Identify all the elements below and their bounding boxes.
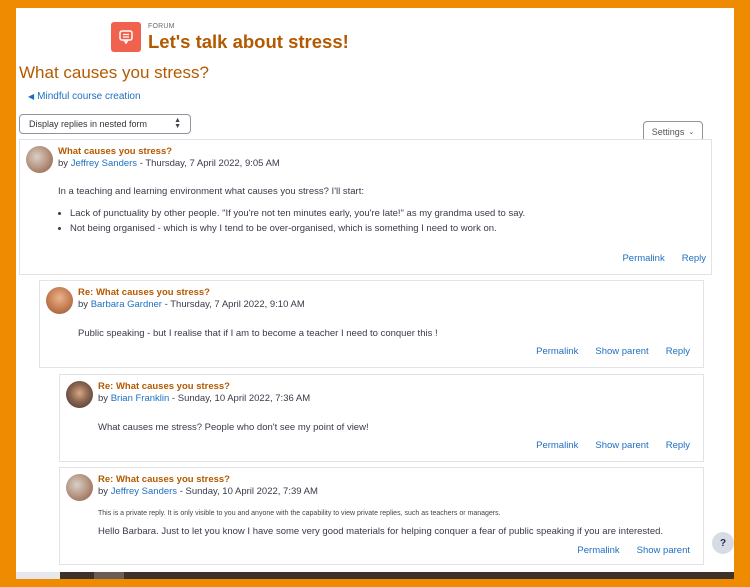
post-date: - Sunday, 10 April 2022, 7:39 AM — [177, 486, 318, 497]
reply-link[interactable]: Reply — [666, 346, 690, 357]
back-link[interactable]: ◀ Mindful course creation — [28, 91, 141, 102]
chevron-down-icon: ⌄ — [688, 129, 695, 136]
by-label: by — [98, 486, 109, 497]
post-actions: Permalink Show parent Reply — [536, 440, 690, 451]
post-byline: by Brian Franklin - Sunday, 10 April 202… — [98, 393, 310, 404]
avatar[interactable] — [46, 287, 73, 314]
post-root: What causes you stress? by Jeffrey Sande… — [19, 139, 712, 275]
taskbar-start-area[interactable] — [16, 572, 60, 579]
taskbar — [16, 572, 734, 579]
post-subject: Re: What causes you stress? — [98, 381, 230, 392]
author-link[interactable]: Brian Franklin — [111, 393, 170, 404]
display-mode-select[interactable]: Display replies in nested form ▲ ▼ — [19, 114, 191, 134]
permalink-link[interactable]: Permalink — [622, 253, 664, 264]
post-actions: Permalink Show parent Reply — [536, 346, 690, 357]
author-link[interactable]: Jeffrey Sanders — [71, 158, 137, 169]
post-body: What causes me stress? People who don't … — [98, 422, 369, 433]
permalink-link[interactable]: Permalink — [536, 346, 578, 357]
post-date: - Thursday, 7 April 2022, 9:05 AM — [137, 158, 280, 169]
by-label: by — [78, 299, 89, 310]
post-subject: Re: What causes you stress? — [78, 287, 210, 298]
show-parent-link[interactable]: Show parent — [595, 346, 648, 357]
post-date: - Thursday, 7 April 2022, 9:10 AM — [161, 299, 305, 310]
help-button[interactable]: ? — [712, 532, 734, 554]
show-parent-link[interactable]: Show parent — [595, 440, 648, 451]
author-link[interactable]: Barbara Gardner — [91, 299, 162, 310]
forum-icon — [111, 22, 141, 52]
post-byline: by Barbara Gardner - Thursday, 7 April 2… — [78, 299, 305, 310]
post-actions: Permalink Show parent — [577, 545, 690, 556]
avatar[interactable] — [66, 474, 93, 501]
by-label: by — [98, 393, 109, 404]
bullet-item: Lack of punctuality by other people. "If… — [70, 206, 525, 221]
forum-page: FORUM Let's talk about stress! What caus… — [16, 8, 734, 572]
post-date: - Sunday, 10 April 2022, 7:36 AM — [169, 393, 311, 404]
taskbar-active-item[interactable] — [94, 572, 124, 579]
post-body: Public speaking - but I realise that if … — [78, 328, 438, 339]
forum-title: Let's talk about stress! — [148, 31, 349, 52]
forum-header: FORUM Let's talk about stress! — [111, 22, 349, 52]
avatar[interactable] — [26, 146, 53, 173]
permalink-link[interactable]: Permalink — [536, 440, 578, 451]
discussion-title: What causes you stress? — [19, 63, 209, 82]
author-link[interactable]: Jeffrey Sanders — [111, 486, 177, 497]
show-parent-link[interactable]: Show parent — [637, 545, 690, 556]
post-private-reply: Re: What causes you stress? by Jeffrey S… — [59, 467, 704, 565]
reply-link[interactable]: Reply — [682, 253, 706, 264]
bullet-item: Not being organised - which is why I ten… — [70, 221, 525, 236]
back-link-label: Mindful course creation — [37, 91, 141, 102]
reply-link[interactable]: Reply — [666, 440, 690, 451]
post-reply: Re: What causes you stress? by Barbara G… — [39, 280, 704, 368]
post-intro: In a teaching and learning environment w… — [58, 186, 364, 197]
back-arrow-icon: ◀ — [28, 92, 35, 101]
private-reply-note: This is a private reply. It is only visi… — [98, 510, 501, 517]
display-mode-value: Display replies in nested form — [29, 119, 148, 129]
select-arrows-icon: ▲ ▼ — [174, 117, 181, 130]
post-byline: by Jeffrey Sanders - Sunday, 10 April 20… — [98, 486, 318, 497]
post-subject: Re: What causes you stress? — [98, 474, 230, 485]
permalink-link[interactable]: Permalink — [577, 545, 619, 556]
by-label: by — [58, 158, 69, 169]
post-reply: Re: What causes you stress? by Brian Fra… — [59, 374, 704, 462]
post-byline: by Jeffrey Sanders - Thursday, 7 April 2… — [58, 158, 280, 169]
post-subject: What causes you stress? — [58, 146, 173, 157]
settings-label: Settings — [651, 127, 685, 137]
post-actions: Permalink Reply — [622, 253, 706, 264]
post-body: Hello Barbara. Just to let you know I ha… — [98, 526, 664, 537]
post-body: In a teaching and learning environment w… — [58, 186, 525, 236]
post-bullets: Lack of punctuality by other people. "If… — [58, 206, 525, 236]
avatar[interactable] — [66, 381, 93, 408]
forum-kicker: FORUM — [148, 23, 175, 30]
